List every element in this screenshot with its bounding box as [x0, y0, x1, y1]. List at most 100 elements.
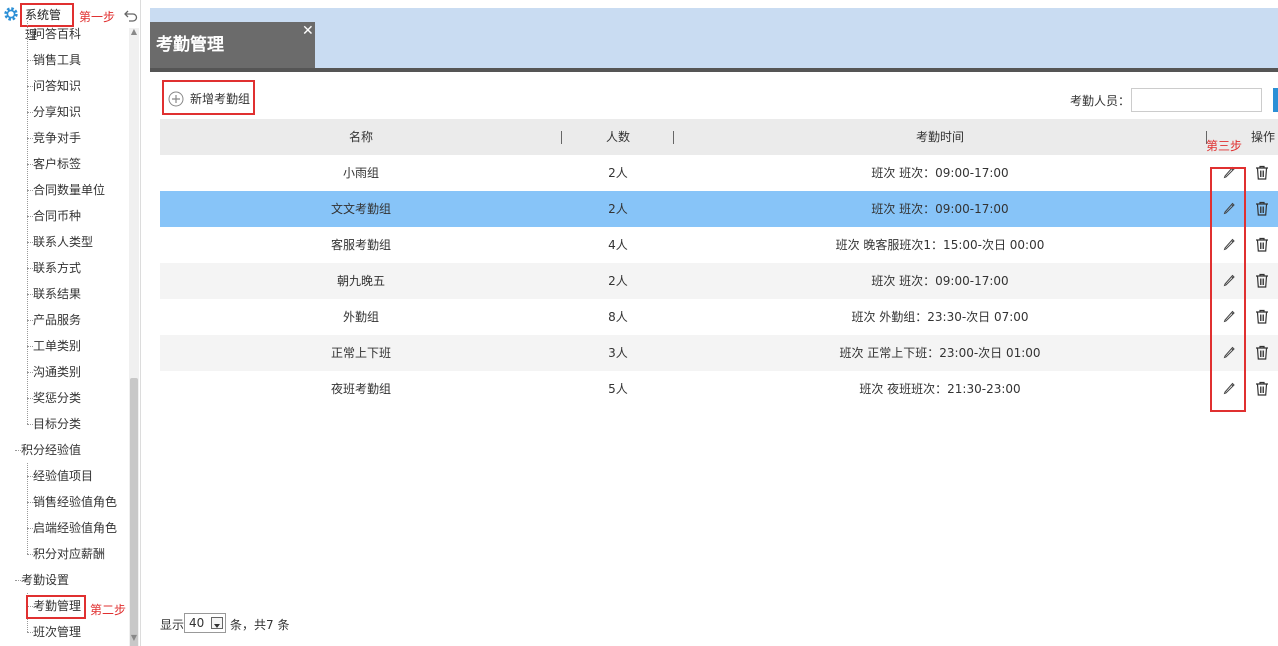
plus-circle-icon: [168, 91, 184, 107]
page-size-select[interactable]: 40: [184, 613, 226, 633]
sidebar-item[interactable]: 合同币种: [33, 203, 81, 229]
cell-name: 夜班考勤组: [330, 382, 391, 396]
sidebar-item[interactable]: 联系方式: [33, 255, 81, 281]
filter-label: 考勤人员：: [1070, 94, 1131, 108]
sidebar-item[interactable]: 经验值项目: [33, 463, 93, 489]
toolbar: 新增考勤组 考勤人员：: [160, 80, 1278, 116]
step2-annotation: 第二步: [90, 603, 127, 617]
sidebar-item[interactable]: 考勤设置: [21, 567, 69, 593]
cell-time: 班次 正常上下班：23:00-次日 01:00: [839, 346, 1041, 360]
sidebar-item[interactable]: 问答百科: [33, 21, 81, 47]
tree-connector: [15, 580, 21, 581]
sidebar-item[interactable]: 积分经验值: [21, 437, 81, 463]
header-name[interactable]: 名称: [160, 119, 562, 155]
cell-name: 朝九晚五: [336, 274, 385, 288]
tree-guide: [27, 21, 28, 424]
sidebar-scrollbar[interactable]: ▲ ▼: [129, 28, 139, 646]
main-panel: 考勤管理 ✕ 新增考勤组 考勤人员： 名称 人数 考勤时间 操作 小雨组 2人 班次…: [150, 8, 1278, 646]
cell-count: 4人: [608, 238, 628, 252]
cell-time: 班次 晚客服班次1：15:00-次日 00:00: [835, 238, 1045, 252]
scroll-down-icon[interactable]: ▼: [130, 634, 138, 642]
trash-icon[interactable]: [1255, 165, 1269, 180]
scrollbar-thumb[interactable]: [130, 378, 138, 646]
tab-bar: 考勤管理 ✕: [150, 8, 1278, 72]
step3-annotation: 第三步: [1206, 139, 1243, 153]
trash-icon[interactable]: [1255, 201, 1269, 216]
add-group-button[interactable]: 新增考勤组: [162, 80, 255, 115]
cell-time: 班次 班次：09:00-17:00: [871, 274, 1009, 288]
show-label: 显示: [160, 618, 185, 632]
cell-name: 小雨组: [342, 166, 379, 180]
trash-icon[interactable]: [1255, 309, 1269, 324]
cell-name: 外勤组: [342, 310, 379, 324]
tree-connector: [27, 554, 33, 555]
sidebar-item[interactable]: 产品服务: [33, 307, 81, 333]
tab-attendance[interactable]: 考勤管理 ✕: [150, 22, 315, 70]
sidebar-item[interactable]: 沟通类别: [33, 359, 81, 385]
table-row[interactable]: 朝九晚五 2人 班次 班次：09:00-17:00: [160, 263, 1278, 299]
tree-guide: [27, 463, 28, 554]
tree-connector: [27, 424, 33, 425]
gear-icon[interactable]: [3, 6, 19, 22]
total-summary: 条，共7 条: [230, 618, 290, 632]
sidebar-item[interactable]: 客户标签: [33, 151, 81, 177]
table-header: 名称 人数 考勤时间 操作: [160, 119, 1278, 155]
cell-count: 8人: [608, 310, 628, 324]
cell-count: 5人: [608, 382, 628, 396]
cell-time: 班次 班次：09:00-17:00: [871, 166, 1009, 180]
header-count[interactable]: 人数: [562, 119, 674, 155]
header-ops: 操作: [1250, 130, 1275, 144]
step1-annotation: 第一步: [79, 10, 116, 24]
selected-item-highlight: [26, 595, 86, 619]
table-row[interactable]: 文文考勤组 2人 班次 班次：09:00-17:00: [160, 191, 1278, 227]
table-row[interactable]: 外勤组 8人 班次 外勤组：23:30-次日 07:00: [160, 299, 1278, 335]
chevron-down-icon[interactable]: [211, 617, 223, 629]
cell-name: 正常上下班: [330, 346, 391, 360]
cell-time: 班次 夜班班次：21:30-23:00: [859, 382, 1021, 396]
close-icon[interactable]: ✕: [302, 24, 314, 38]
trash-icon[interactable]: [1255, 273, 1269, 288]
tab-title: 考勤管理: [156, 35, 224, 55]
sidebar-item[interactable]: 联系结果: [33, 281, 81, 307]
trash-icon[interactable]: [1255, 381, 1269, 396]
table-row[interactable]: 小雨组 2人 班次 班次：09:00-17:00: [160, 155, 1278, 191]
header-time[interactable]: 考勤时间: [674, 119, 1206, 155]
sidebar-item[interactable]: 目标分类: [33, 411, 81, 437]
sidebar-item[interactable]: 积分对应薪酬: [33, 541, 105, 567]
sidebar-item[interactable]: 分享知识: [33, 99, 81, 125]
attendee-search-input[interactable]: [1131, 88, 1262, 112]
sidebar-item[interactable]: 销售工具: [33, 47, 81, 73]
trash-icon[interactable]: [1255, 237, 1269, 252]
pagination: 显示 40 条，共7 条: [160, 613, 560, 635]
cell-name: 文文考勤组: [330, 202, 391, 216]
cell-time: 班次 班次：09:00-17:00: [871, 202, 1009, 216]
sidebar-item[interactable]: 问答知识: [33, 73, 81, 99]
sidebar-item[interactable]: 班次管理: [33, 619, 81, 645]
search-button[interactable]: [1273, 88, 1278, 112]
cell-name: 客服考勤组: [330, 238, 391, 252]
tab-underline: [150, 68, 1278, 72]
sidebar: 系统管理 第一步 问答百科 销售工具 问答知识 分享知识 竞争对手 客户标签 合同数量单位合…: [0, 0, 141, 646]
sidebar-item[interactable]: 合同数量单位: [33, 177, 105, 203]
back-icon[interactable]: [124, 8, 138, 22]
table-row[interactable]: 客服考勤组 4人 班次 晚客服班次1：15:00-次日 00:00: [160, 227, 1278, 263]
sidebar-item[interactable]: 工单类别: [33, 333, 81, 359]
cell-count: 2人: [608, 202, 628, 216]
scroll-up-icon[interactable]: ▲: [130, 28, 138, 36]
cell-count: 2人: [608, 274, 628, 288]
page-size-value: 40: [189, 616, 205, 630]
cell-count: 2人: [608, 166, 628, 180]
tree-connector: [27, 632, 33, 633]
sidebar-item[interactable]: 竞争对手: [33, 125, 81, 151]
add-group-label: 新增考勤组: [190, 92, 251, 106]
sidebar-item[interactable]: 奖惩分类: [33, 385, 81, 411]
trash-icon[interactable]: [1255, 345, 1269, 360]
sidebar-item[interactable]: 联系人类型: [33, 229, 93, 255]
edit-column-highlight: [1210, 167, 1246, 412]
sidebar-item[interactable]: 启端经验值角色: [33, 515, 117, 541]
cell-count: 3人: [608, 346, 628, 360]
table-row[interactable]: 夜班考勤组 5人 班次 夜班班次：21:30-23:00: [160, 371, 1278, 407]
table-row[interactable]: 正常上下班 3人 班次 正常上下班：23:00-次日 01:00: [160, 335, 1278, 371]
cell-time: 班次 外勤组：23:30-次日 07:00: [851, 310, 1029, 324]
sidebar-item[interactable]: 销售经验值角色: [33, 489, 117, 515]
